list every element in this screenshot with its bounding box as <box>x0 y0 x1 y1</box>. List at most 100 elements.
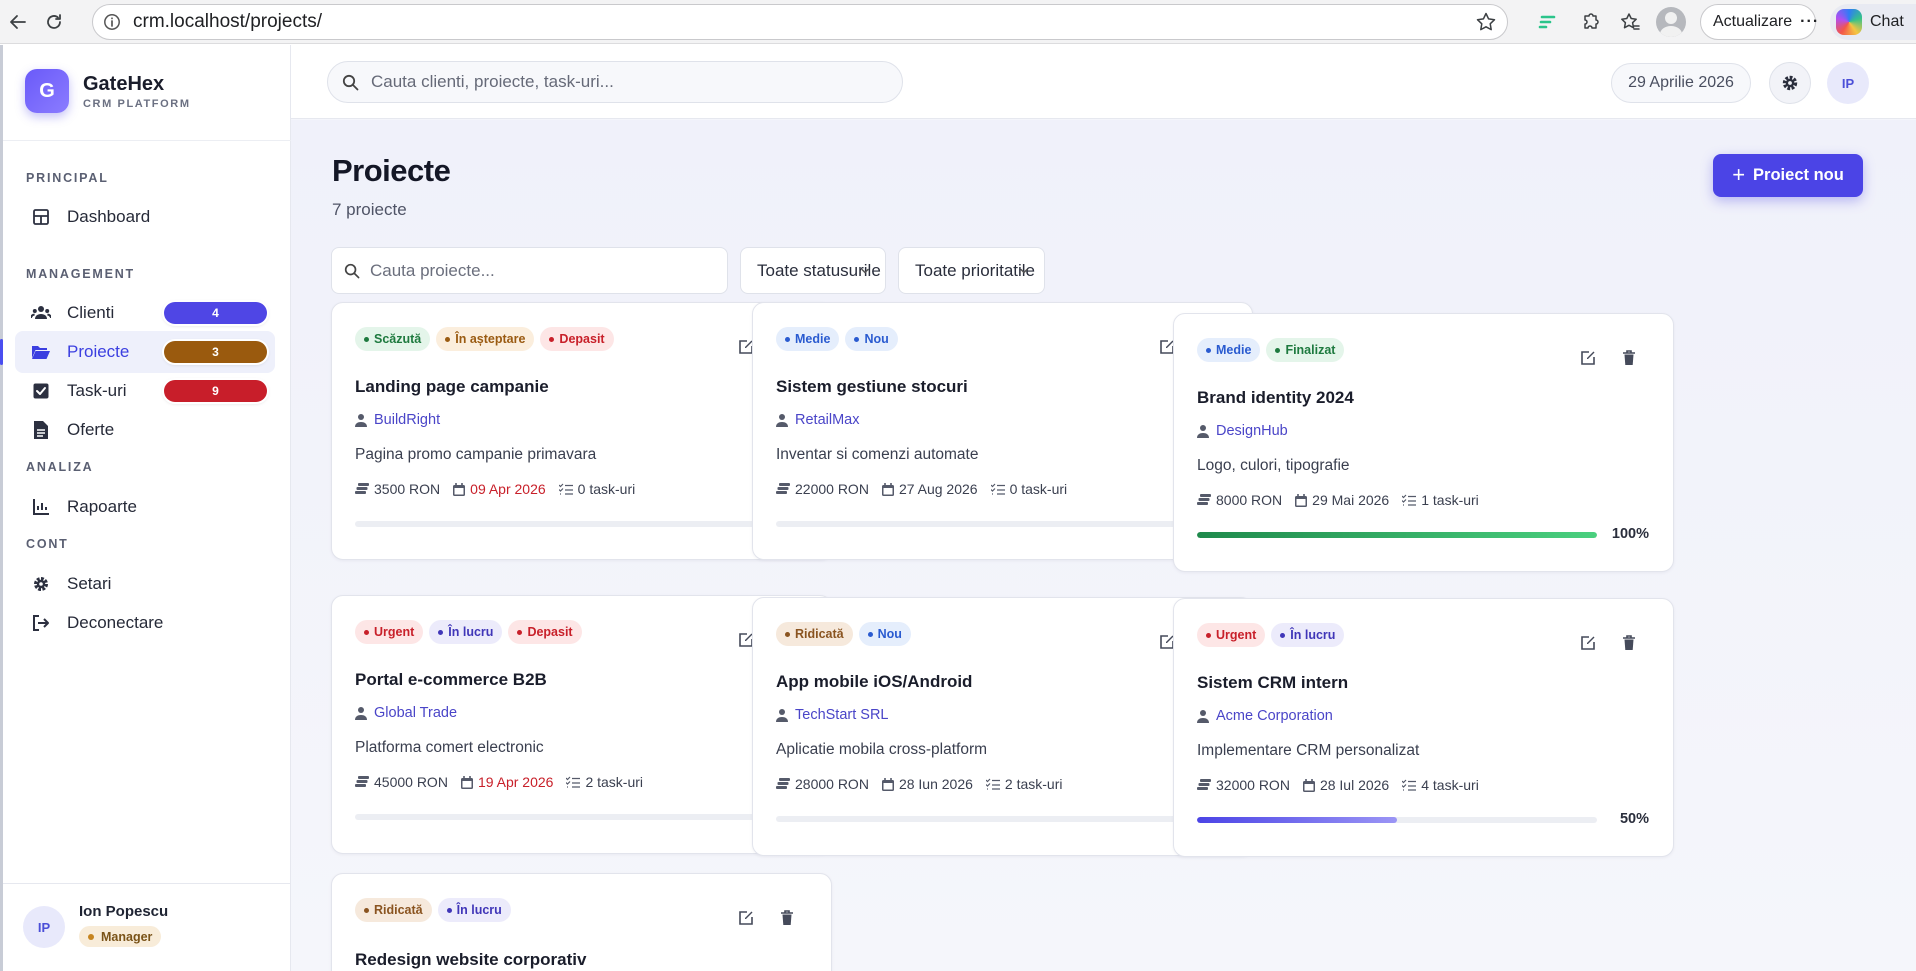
update-button[interactable]: Actualizare ··· <box>1700 4 1819 40</box>
money-icon <box>1197 494 1211 505</box>
new-project-button[interactable]: + Proiect nou <box>1713 154 1863 197</box>
edit-icon[interactable] <box>1577 347 1599 369</box>
sidebar-item-label: Dashboard <box>67 207 151 226</box>
sidebar-item-label: Deconectare <box>67 613 164 632</box>
sidebar-item-oferte[interactable]: Oferte <box>15 409 275 451</box>
project-meta: 45000 RON 19 Apr 2026 2 task-uri <box>355 774 656 790</box>
project-title[interactable]: Redesign website corporativ <box>355 950 586 970</box>
project-budget: 8000 RON <box>1216 492 1283 508</box>
settings-button[interactable] <box>1769 62 1811 104</box>
project-client[interactable]: DesignHub <box>1197 423 1288 439</box>
money-icon <box>355 483 369 494</box>
priority-tag: Urgent <box>1197 623 1266 647</box>
sidebar-item-proiecte[interactable]: Proiecte 3 <box>0 331 275 373</box>
project-description: Inventar si comenzi automate <box>776 446 979 463</box>
status-tag: În lucru <box>1271 623 1345 647</box>
copilot-chat-button[interactable]: Chat <box>1830 4 1916 40</box>
sidebar: G GateHex CRM PLATFORM PRINCIPAL Dashboa… <box>0 45 291 971</box>
project-tasks: 4 task-uri <box>1421 777 1479 793</box>
project-card[interactable]: Medie Finalizat Brand identity 2024 Desi… <box>1173 313 1674 572</box>
site-info-icon[interactable] <box>103 13 121 31</box>
project-search-input[interactable] <box>370 260 710 281</box>
project-client[interactable]: BuildRight <box>355 412 440 428</box>
browser-profile-avatar[interactable] <box>1656 7 1686 37</box>
edit-icon[interactable] <box>1577 632 1599 654</box>
project-description: Aplicatie mobila cross-platform <box>776 741 988 758</box>
overdue-tag: Depasit <box>508 620 582 644</box>
global-search[interactable] <box>327 61 903 103</box>
brand-logo: G <box>25 69 69 113</box>
sidebar-item-deconectare[interactable]: Deconectare <box>15 602 275 644</box>
project-client[interactable]: Global Trade <box>355 705 457 721</box>
tasks-icon <box>1402 779 1417 791</box>
sidebar-item-setari[interactable]: Setari <box>15 563 275 605</box>
progress-bar <box>1197 532 1597 538</box>
reload-icon[interactable] <box>38 6 70 38</box>
project-tasks: 0 task-uri <box>577 481 636 497</box>
taskuri-count-badge: 9 <box>164 380 267 402</box>
project-tasks: 1 task-uri <box>1421 492 1479 508</box>
project-client[interactable]: Acme Corporation <box>1197 708 1333 724</box>
edit-icon[interactable] <box>735 907 757 929</box>
trash-icon[interactable] <box>1618 347 1640 369</box>
project-meta: 32000 RON 28 Iul 2026 4 task-uri <box>1197 777 1492 793</box>
project-search[interactable] <box>331 247 728 294</box>
extensions-puzzle-icon[interactable] <box>1574 6 1606 38</box>
priority-tag: Ridicată <box>355 898 432 922</box>
project-description: Implementare CRM personalizat <box>1197 742 1420 759</box>
money-icon <box>355 776 369 787</box>
checkbox-icon <box>30 380 52 402</box>
sidebar-item-label: Task-uri <box>67 381 127 400</box>
project-title[interactable]: App mobile iOS/Android <box>776 672 972 692</box>
user-avatar: IP <box>23 906 65 948</box>
more-menu-icon[interactable]: ··· <box>1800 13 1819 31</box>
status-tag: Nou <box>845 327 898 351</box>
user-panel[interactable]: IP Ion Popescu Manager <box>3 883 291 971</box>
section-analiza: ANALIZA <box>26 460 94 474</box>
status-filter-select[interactable]: Toate statusurile <box>740 247 886 294</box>
sidebar-item-label: Clienti <box>67 303 115 322</box>
project-client[interactable]: TechStart SRL <box>776 707 889 723</box>
project-title[interactable]: Landing page campanie <box>355 377 549 397</box>
project-meta: 8000 RON 29 Mai 2026 1 task-uri <box>1197 492 1492 508</box>
tasks-icon <box>566 776 581 788</box>
project-card[interactable]: Ridicată În lucru Redesign website corpo… <box>331 873 832 971</box>
status-tag: În lucru <box>429 620 503 644</box>
extension-icon[interactable] <box>1532 6 1564 38</box>
project-title[interactable]: Sistem CRM intern <box>1197 673 1348 693</box>
project-client[interactable]: RetailMax <box>776 412 859 428</box>
active-indicator <box>0 339 3 365</box>
sidebar-item-rapoarte[interactable]: Rapoarte <box>15 486 275 528</box>
global-search-input[interactable] <box>371 72 871 92</box>
brand[interactable]: G GateHex CRM PLATFORM <box>25 69 191 113</box>
tasks-icon <box>1402 494 1417 506</box>
sidebar-item-taskuri[interactable]: Task-uri 9 <box>15 370 275 412</box>
user-role-badge: Manager <box>79 926 162 947</box>
favorites-icon[interactable] <box>1614 6 1646 38</box>
progress-percent: 50% <box>1619 811 1649 827</box>
url-text[interactable]: crm.localhost/projects/ <box>133 11 322 33</box>
progress-fill <box>1197 532 1597 538</box>
project-title[interactable]: Portal e-commerce B2B <box>355 670 547 690</box>
sidebar-item-dashboard[interactable]: Dashboard <box>15 196 275 238</box>
project-title[interactable]: Brand identity 2024 <box>1197 388 1354 408</box>
tasks-icon <box>990 483 1005 495</box>
tasks-icon <box>558 483 573 495</box>
avatar[interactable]: IP <box>1827 62 1869 104</box>
priority-tag: Medie <box>776 327 840 351</box>
plus-icon: + <box>1732 161 1746 187</box>
back-icon[interactable] <box>2 6 34 38</box>
bookmark-star-icon[interactable] <box>1475 11 1497 33</box>
sidebar-item-label: Rapoarte <box>67 497 137 516</box>
address-bar[interactable]: crm.localhost/projects/ <box>92 4 1508 40</box>
project-card[interactable]: Urgent În lucru Sistem CRM intern Acme C… <box>1173 598 1674 857</box>
trash-icon[interactable] <box>776 907 798 929</box>
trash-icon[interactable] <box>1618 632 1640 654</box>
project-tasks: 2 task-uri <box>585 774 644 790</box>
sidebar-item-clienti[interactable]: Clienti 4 <box>15 292 275 334</box>
calendar-icon <box>881 482 894 496</box>
priority-filter-value: Toate prioritatile <box>915 260 1036 280</box>
project-title[interactable]: Sistem gestiune stocuri <box>776 377 968 397</box>
section-management: MANAGEMENT <box>26 267 135 281</box>
priority-filter-select[interactable]: Toate prioritatile <box>898 247 1045 294</box>
